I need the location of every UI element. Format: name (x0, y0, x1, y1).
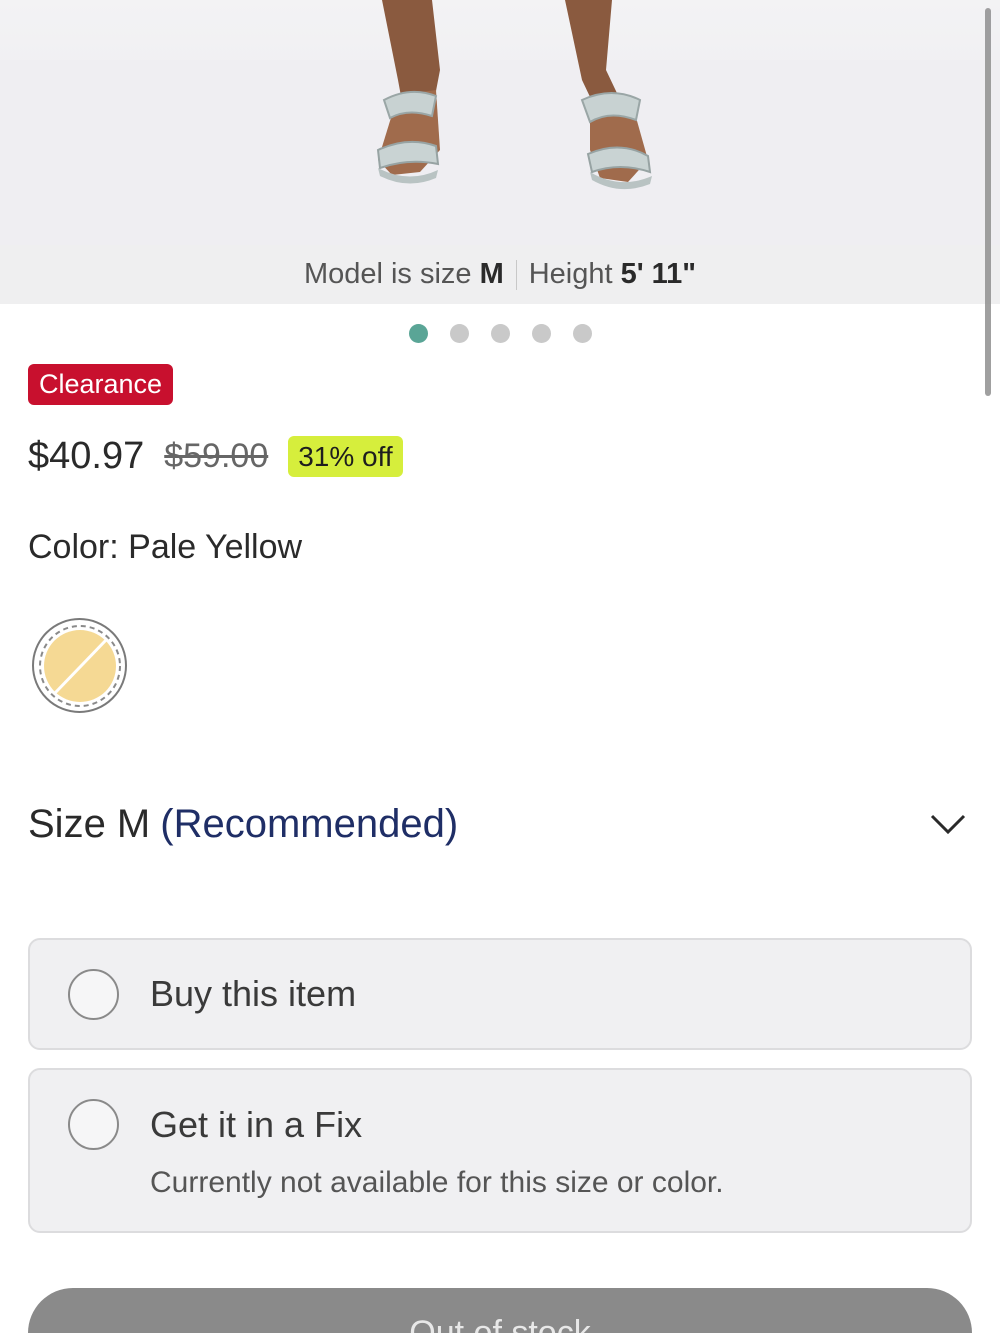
color-label: Color: (28, 528, 119, 566)
model-size-caption: Model is size M Height 5' 11" (0, 245, 1000, 304)
caption-divider (515, 259, 517, 290)
clearance-badge: Clearance (28, 364, 174, 405)
carousel-dots (0, 324, 1000, 343)
size-recommended: (Recommended) (160, 801, 459, 846)
buy-item-radio[interactable] (68, 969, 119, 1020)
out-of-stock-button[interactable]: Out of stock (28, 1288, 972, 1333)
original-price: $59.00 (164, 436, 269, 475)
product-photo[interactable] (0, 0, 1000, 245)
carousel-dot-1[interactable] (408, 324, 428, 343)
size-selector[interactable]: Size M (Recommended) (28, 798, 972, 850)
color-row: Color: Pale Yellow (28, 528, 302, 567)
get-in-fix-subtitle: Currently not available for this size or… (150, 1166, 724, 1199)
color-swatch-pale-yellow[interactable] (32, 618, 127, 713)
model-size: M (479, 258, 504, 290)
buy-item-label: Buy this item (150, 973, 357, 1014)
chevron-down-icon[interactable] (928, 804, 968, 844)
carousel-dot-3[interactable] (490, 324, 510, 343)
discount-badge: 31% off (288, 435, 403, 477)
get-in-fix-radio[interactable] (68, 1099, 119, 1150)
swatch-unavailable-icon (38, 624, 121, 707)
get-in-fix-label: Get it in a Fix (150, 1104, 363, 1145)
color-value: Pale Yellow (128, 528, 303, 566)
price-row: $40.97 $59.00 31% off (28, 430, 403, 482)
model-legs-image (0, 0, 1000, 245)
product-page: Model is size M Height 5' 11" Clearance … (0, 0, 1000, 1333)
carousel-dot-4[interactable] (531, 324, 551, 343)
option-buy-item[interactable]: Buy this item (28, 938, 972, 1050)
carousel-dot-5[interactable] (572, 324, 592, 343)
sale-price: $40.97 (28, 434, 145, 477)
option-get-in-fix[interactable]: Get it in a Fix Currently not available … (28, 1068, 972, 1233)
size-label: Size M (28, 801, 151, 846)
caption-prefix: Model is size (303, 258, 472, 290)
model-height: 5' 11" (620, 258, 697, 290)
caption-height-label: Height (528, 258, 613, 290)
carousel-dot-2[interactable] (449, 324, 469, 343)
